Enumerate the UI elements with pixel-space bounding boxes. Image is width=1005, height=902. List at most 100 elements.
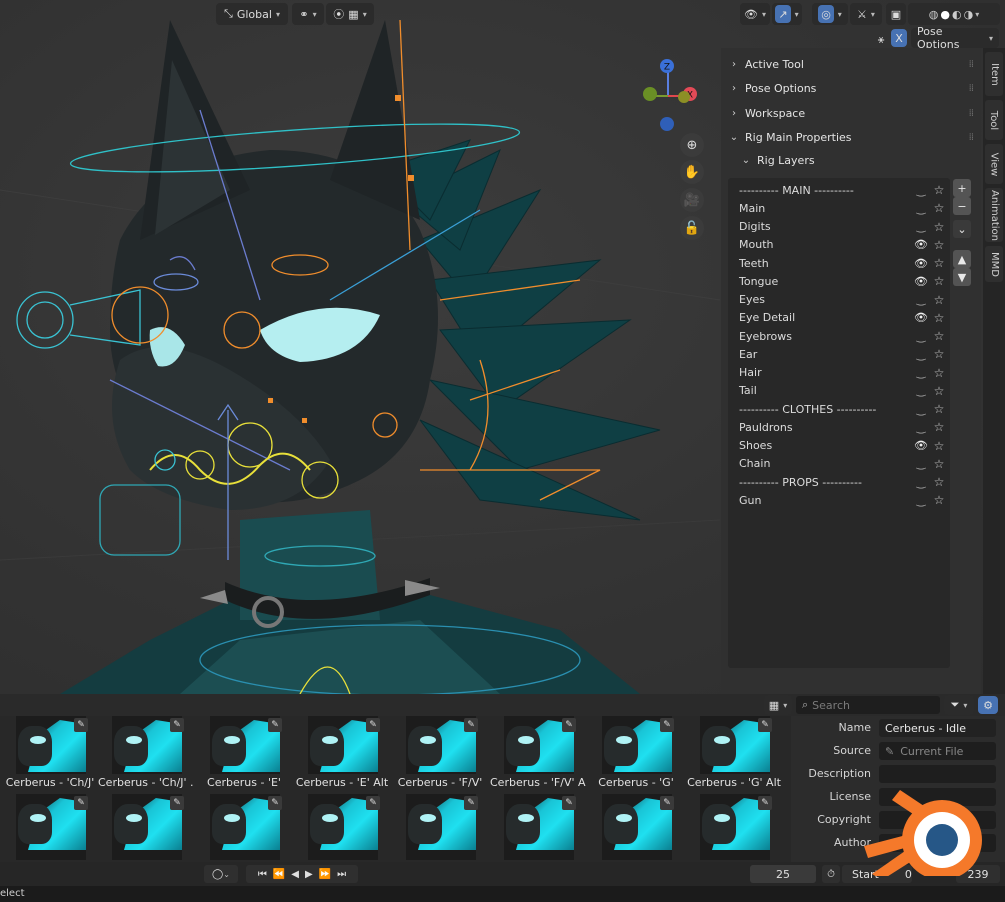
- star-icon[interactable]: ☆: [932, 220, 946, 234]
- layer-row[interactable]: Tail ‿ ☆: [728, 382, 950, 400]
- edit-icon[interactable]: ✎: [464, 718, 478, 732]
- pivot-point-dropdown[interactable]: ⚭ ▾: [292, 3, 324, 25]
- layer-row[interactable]: ---------- CLOTHES ---------- ‿ ☆: [728, 400, 950, 418]
- transform-orientation-dropdown[interactable]: ⤡ Global ▾: [216, 3, 288, 25]
- eye-closed-icon[interactable]: ‿: [914, 476, 928, 489]
- play-reverse-icon[interactable]: ◀: [291, 869, 299, 880]
- search-input[interactable]: ⌕ Search: [796, 696, 940, 714]
- add-layer-button[interactable]: +: [953, 179, 971, 197]
- edit-icon[interactable]: ✎: [268, 718, 282, 732]
- current-frame-field[interactable]: 25: [750, 865, 816, 883]
- layer-row[interactable]: Teeth 👁 ☆: [728, 254, 950, 272]
- star-icon[interactable]: ☆: [932, 366, 946, 380]
- source-field[interactable]: ✎ Current File: [879, 742, 996, 760]
- edit-icon[interactable]: ✎: [74, 718, 88, 732]
- visibility-dropdown[interactable]: 👁 ▾: [740, 3, 770, 25]
- xray-toggle[interactable]: ▣: [886, 3, 906, 25]
- edit-icon[interactable]: ✎: [366, 796, 380, 810]
- rendered-shading-icon[interactable]: ◑: [964, 8, 974, 21]
- layer-row[interactable]: Mouth 👁 ☆: [728, 236, 950, 254]
- layer-row[interactable]: Eye Detail 👁 ☆: [728, 309, 950, 327]
- navigation-gizmo[interactable]: Z X: [630, 56, 710, 136]
- edit-icon[interactable]: ✎: [660, 796, 674, 810]
- drag-handle-icon[interactable]: ⁞⁞: [969, 132, 974, 143]
- list-menu-chevron-icon[interactable]: ⌄: [953, 220, 971, 238]
- eye-closed-icon[interactable]: ‿: [914, 330, 928, 343]
- star-icon[interactable]: ☆: [932, 457, 946, 471]
- display-mode-dropdown[interactable]: ▦ ▾: [764, 695, 792, 715]
- move-up-button[interactable]: ▲: [953, 250, 971, 268]
- layer-row[interactable]: Ear ‿ ☆: [728, 345, 950, 363]
- edit-icon[interactable]: ✎: [758, 796, 772, 810]
- edit-icon[interactable]: ✎: [366, 718, 380, 732]
- eye-icon[interactable]: 👁: [914, 238, 928, 251]
- star-icon[interactable]: ☆: [932, 402, 946, 416]
- x-mirror-toggle[interactable]: X: [891, 29, 907, 47]
- panel-rig-main-properties[interactable]: ⌄ Rig Main Properties ⁞⁞: [721, 125, 981, 149]
- star-icon[interactable]: ☆: [932, 493, 946, 507]
- panel-active-tool[interactable]: › Active Tool ⁞⁞: [721, 52, 981, 76]
- eye-icon[interactable]: 👁: [914, 439, 928, 452]
- star-icon[interactable]: ☆: [932, 183, 946, 197]
- keyframe-record-toggle[interactable]: ◯ ⌄: [204, 865, 238, 883]
- name-field[interactable]: Cerberus - Idle: [879, 719, 996, 737]
- pan-hand-icon[interactable]: ✋: [680, 160, 704, 184]
- panel-pose-options[interactable]: › Pose Options ⁞⁞: [721, 76, 981, 100]
- gizmo-toggle[interactable]: ↗ ▾: [772, 3, 802, 25]
- stopwatch-icon[interactable]: ⏱: [822, 865, 840, 883]
- star-icon[interactable]: ☆: [932, 201, 946, 215]
- description-field[interactable]: [879, 765, 996, 783]
- jump-start-icon[interactable]: ⏮: [258, 869, 267, 880]
- remove-layer-button[interactable]: −: [953, 197, 971, 215]
- layer-row[interactable]: Hair ‿ ☆: [728, 364, 950, 382]
- layer-row[interactable]: Eyebrows ‿ ☆: [728, 327, 950, 345]
- layer-row[interactable]: Chain ‿ ☆: [728, 455, 950, 473]
- pose-options-dropdown[interactable]: Pose Options ▾: [911, 25, 999, 51]
- camera-icon[interactable]: 🎥: [680, 188, 704, 212]
- layer-row[interactable]: Main ‿ ☆: [728, 199, 950, 217]
- layer-row[interactable]: ---------- MAIN ---------- ‿ ☆: [728, 181, 950, 199]
- edit-icon[interactable]: ✎: [464, 796, 478, 810]
- edit-icon[interactable]: ✎: [758, 718, 772, 732]
- star-icon[interactable]: ☆: [932, 293, 946, 307]
- eye-closed-icon[interactable]: ‿: [914, 421, 928, 434]
- eye-closed-icon[interactable]: ‿: [914, 293, 928, 306]
- eye-closed-icon[interactable]: ‿: [914, 366, 928, 379]
- tab-animation[interactable]: Animation: [985, 188, 1003, 242]
- filter-dropdown[interactable]: ⏷ ▾: [944, 695, 974, 715]
- eye-closed-icon[interactable]: ‿: [914, 403, 928, 416]
- star-icon[interactable]: ☆: [932, 311, 946, 325]
- overlays-toggle[interactable]: ◎ ▾: [812, 3, 848, 25]
- 3d-viewport[interactable]: ⤡ Global ▾ ⚭ ▾ ⦿ ▦ ▾ 👁 ▾ ↗ ▾ ◎ ▾ ⚔ ▾ ▣ ◍ ● ◐ ◑: [0, 0, 1005, 694]
- drag-handle-icon[interactable]: ⁞⁞: [969, 83, 974, 94]
- star-icon[interactable]: ☆: [932, 420, 946, 434]
- layer-row[interactable]: Tongue 👁 ☆: [728, 272, 950, 290]
- zoom-icon[interactable]: ⊕: [680, 133, 704, 157]
- layer-row[interactable]: Gun ‿ ☆: [728, 491, 950, 509]
- bone-overlay-dropdown[interactable]: ⚔ ▾: [850, 3, 882, 25]
- star-icon[interactable]: ☆: [932, 238, 946, 252]
- eye-closed-icon[interactable]: ‿: [914, 384, 928, 397]
- edit-icon[interactable]: ✎: [170, 796, 184, 810]
- star-icon[interactable]: ☆: [932, 256, 946, 270]
- rig-layers-list[interactable]: ---------- MAIN ---------- ‿ ☆ Main ‿ ☆ Digits…: [728, 178, 950, 668]
- tab-view[interactable]: View: [985, 144, 1003, 184]
- layer-row[interactable]: Pauldrons ‿ ☆: [728, 418, 950, 436]
- edit-icon[interactable]: ✎: [170, 718, 184, 732]
- subpanel-rig-layers[interactable]: ⌄ Rig Layers: [733, 148, 973, 172]
- edit-icon[interactable]: ✎: [660, 718, 674, 732]
- eye-closed-icon[interactable]: ‿: [914, 202, 928, 215]
- play-icon[interactable]: ▶: [305, 869, 313, 880]
- edit-icon[interactable]: ✎: [268, 796, 282, 810]
- eye-icon[interactable]: 👁: [914, 257, 928, 270]
- lock-icon[interactable]: 🔓: [680, 216, 704, 240]
- star-icon[interactable]: ☆: [932, 475, 946, 489]
- drag-handle-icon[interactable]: ⁞⁞: [969, 59, 974, 70]
- eye-icon[interactable]: 👁: [914, 275, 928, 288]
- jump-end-icon[interactable]: ⏭: [337, 869, 346, 880]
- layer-row[interactable]: Digits ‿ ☆: [728, 218, 950, 236]
- eye-icon[interactable]: 👁: [914, 311, 928, 324]
- eye-closed-icon[interactable]: ‿: [914, 184, 928, 197]
- edit-icon[interactable]: ✎: [562, 718, 576, 732]
- material-shading-icon[interactable]: ◐: [952, 8, 962, 21]
